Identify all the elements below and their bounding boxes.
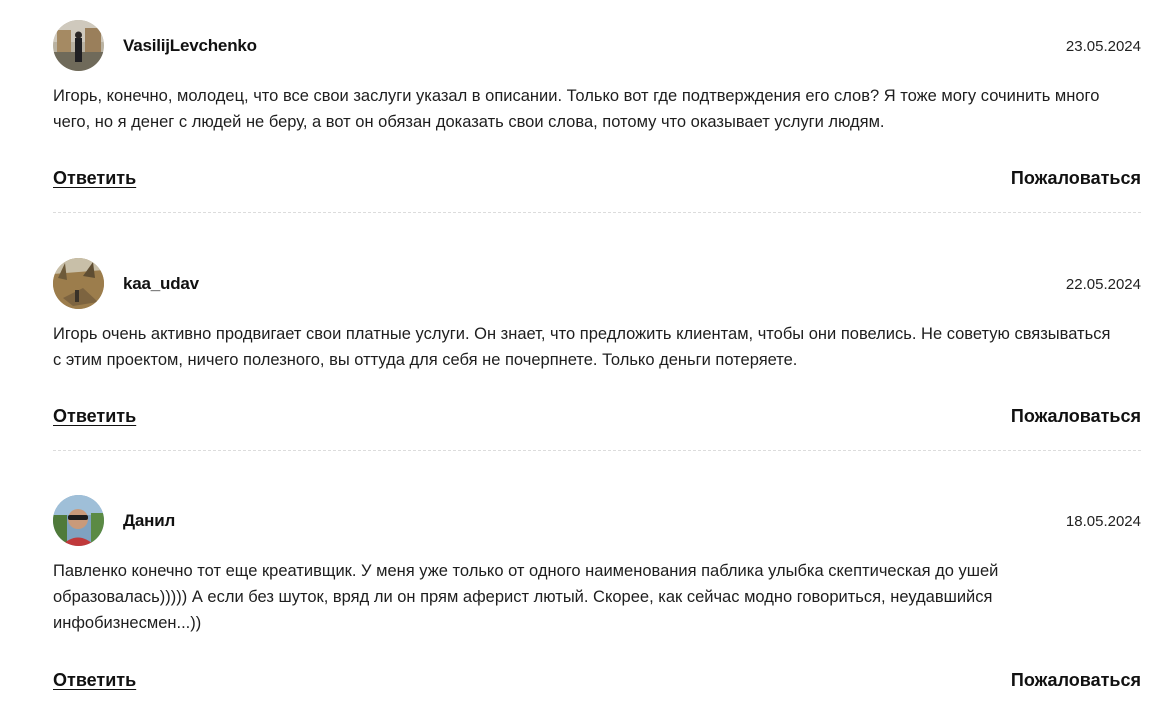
comment-item: kaa_udav 22.05.2024 Игорь очень активно …: [53, 258, 1141, 430]
comment-header: kaa_udav 22.05.2024: [53, 258, 1141, 309]
comments-list: VasilijLevchenko 23.05.2024 Игорь, конеч…: [0, 0, 1164, 705]
comment-author[interactable]: Данил: [123, 511, 175, 531]
comment-actions: Ответить Пожаловаться: [53, 670, 1141, 694]
report-button[interactable]: Пожаловаться: [1011, 406, 1141, 427]
report-button[interactable]: Пожаловаться: [1011, 168, 1141, 189]
comment-item: VasilijLevchenko 23.05.2024 Игорь, конеч…: [53, 20, 1141, 192]
avatar[interactable]: [53, 258, 104, 309]
user-photo-avatar-icon: [53, 258, 104, 309]
comment-header: Данил 18.05.2024: [53, 495, 1141, 546]
user-photo-avatar-icon: [53, 20, 104, 71]
comment-text: Игорь, конечно, молодец, что все свои за…: [53, 87, 1100, 131]
comment-divider: [53, 450, 1141, 451]
reply-button[interactable]: Ответить: [53, 168, 136, 189]
reply-button[interactable]: Ответить: [53, 406, 136, 427]
comment-header: VasilijLevchenko 23.05.2024: [53, 20, 1141, 71]
comment-actions: Ответить Пожаловаться: [53, 168, 1141, 192]
report-button[interactable]: Пожаловаться: [1011, 670, 1141, 691]
comment-date: 18.05.2024: [1065, 513, 1141, 530]
reply-button[interactable]: Ответить: [53, 670, 136, 691]
avatar[interactable]: [53, 495, 104, 546]
avatar[interactable]: [53, 20, 104, 71]
user-photo-avatar-icon: [53, 495, 104, 546]
comment-text: Игорь очень активно продвигает свои плат…: [53, 325, 1111, 369]
comment-author[interactable]: VasilijLevchenko: [123, 36, 257, 56]
comment-text: Павленко конечно тот еще креативщик. У м…: [53, 562, 999, 632]
comment-divider: [53, 212, 1141, 213]
comment-date: 23.05.2024: [1065, 38, 1141, 55]
comment-item: Данил 18.05.2024 Павленко конечно тот ещ…: [53, 495, 1141, 694]
comment-author[interactable]: kaa_udav: [123, 274, 199, 294]
comment-actions: Ответить Пожаловаться: [53, 406, 1141, 430]
comment-date: 22.05.2024: [1065, 276, 1141, 293]
